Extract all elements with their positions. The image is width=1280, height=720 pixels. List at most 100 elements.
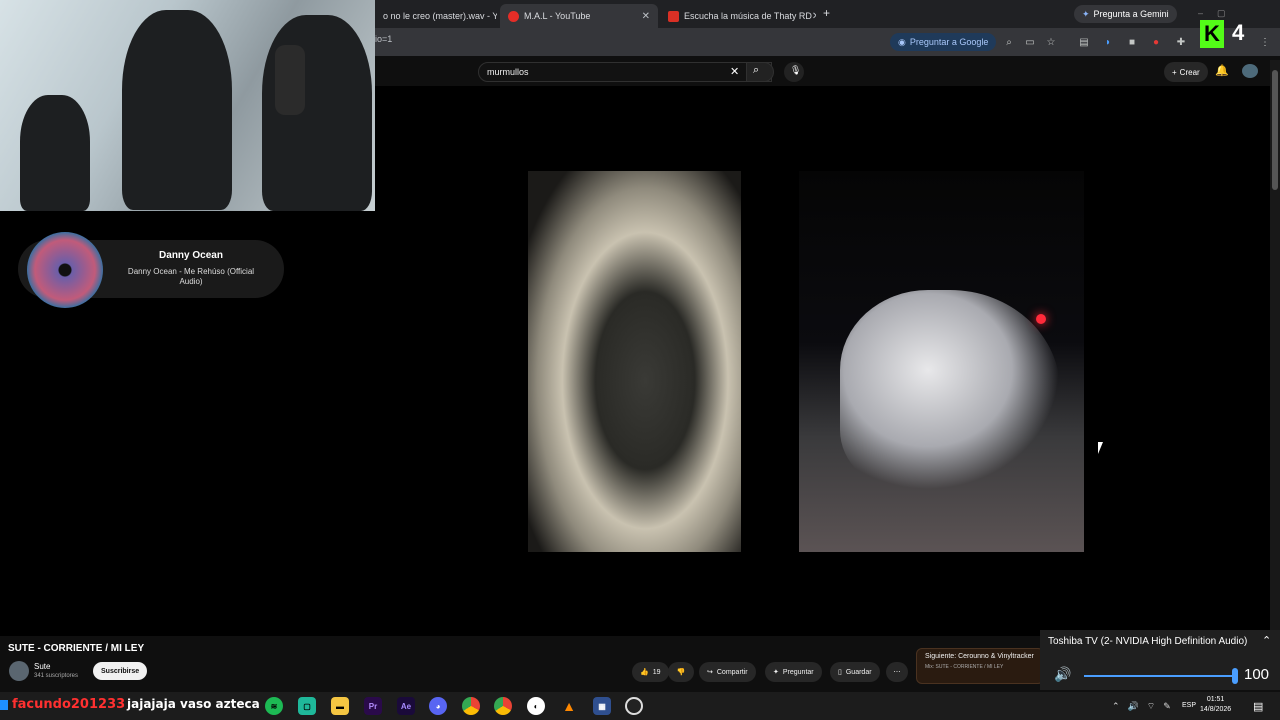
- tab-wav-file[interactable]: o no le creo (master).wav - Y ✕: [375, 4, 497, 28]
- more-icon: ⋯: [893, 669, 901, 676]
- now-playing-artist: Danny Ocean: [159, 250, 223, 261]
- clock-date: 14/8/2026: [1200, 706, 1232, 713]
- bookmark-icon: ▯: [838, 669, 842, 676]
- video-title: SUTE - CORRIENTE / MI LEY: [8, 643, 145, 654]
- search-button[interactable]: [746, 62, 774, 82]
- clear-search-icon[interactable]: ✕: [730, 65, 739, 78]
- extension-icon[interactable]: ■: [1125, 35, 1139, 49]
- extension-icon[interactable]: ▤: [1077, 35, 1091, 49]
- up-next-title: Siguiente: Cerounno & Vinyltracker: [925, 653, 1034, 660]
- volume-slider[interactable]: [1084, 675, 1236, 677]
- like-button[interactable]: 👍 19: [632, 662, 669, 682]
- up-next-subtitle: Mix: SUTE - CORRIENTE / MI LEY: [925, 664, 1004, 670]
- video-frame-left-selfie: [528, 171, 741, 552]
- clock-time: 01:51: [1206, 696, 1225, 703]
- ask-button[interactable]: ✦ Preguntar: [765, 662, 822, 682]
- traffic-light: [1036, 314, 1046, 324]
- album-disc-icon: [27, 232, 103, 308]
- viewer-count: 4: [1232, 20, 1245, 45]
- app-icon[interactable]: ▢: [298, 697, 316, 715]
- search-value: murmullos: [487, 67, 529, 77]
- gemini-label: Pregunta a Gemini: [1093, 9, 1169, 19]
- chat-username: facundo201233: [12, 697, 126, 712]
- avatar[interactable]: [1242, 64, 1258, 78]
- spotify-icon[interactable]: ≋: [265, 697, 283, 715]
- language-indicator[interactable]: ESP: [1182, 702, 1196, 709]
- chevron-up-icon[interactable]: ⌃: [1262, 634, 1271, 647]
- vlc-icon[interactable]: ▲: [560, 697, 578, 715]
- system-tray-icons[interactable]: ⌃🔊⌔✎: [1112, 701, 1179, 712]
- obs-icon[interactable]: [625, 697, 643, 715]
- subscribe-label: Suscribirse: [101, 667, 140, 675]
- volume-slider-thumb[interactable]: [1232, 668, 1238, 684]
- now-playing-title: Danny Ocean - Me Rehúso (Official Audio): [127, 267, 255, 286]
- ask-google-chip[interactable]: ◉ Preguntar a Google: [890, 33, 997, 51]
- capcut-icon[interactable]: ◐: [527, 697, 545, 715]
- mouse-cursor-icon: [1098, 442, 1108, 454]
- channel-subscribers: 341 suscriptores: [34, 673, 79, 679]
- tab-label: Escucha la música de Thaty RD: [684, 11, 812, 21]
- share-label: Compartir: [716, 668, 748, 676]
- create-button[interactable]: + Crear: [1164, 62, 1208, 82]
- bookmark-star-icon[interactable]: ☆: [1044, 35, 1058, 49]
- after-effects-icon[interactable]: Ae: [397, 697, 415, 715]
- volume-level: 100: [1244, 666, 1270, 683]
- dislike-button[interactable]: 👎: [668, 662, 694, 682]
- subscribe-button[interactable]: Suscribirse: [93, 662, 148, 680]
- cast-icon[interactable]: ▭: [1023, 35, 1037, 49]
- new-tab-button[interactable]: +: [823, 6, 830, 20]
- window-controls[interactable]: –▢: [1198, 8, 1240, 19]
- puzzle-icon[interactable]: ✚: [1174, 35, 1188, 49]
- microphone-image: [275, 45, 305, 115]
- save-button[interactable]: ▯ Guardar: [830, 662, 880, 682]
- create-label: Crear: [1179, 67, 1200, 77]
- file-explorer-icon[interactable]: ▬: [331, 697, 349, 715]
- gemini-icon: ✦: [1082, 8, 1090, 19]
- kick-letter: K: [1204, 21, 1220, 46]
- discord-icon[interactable]: ◕: [429, 697, 447, 715]
- menu-kebab-icon[interactable]: ⋮: [1258, 35, 1272, 49]
- webcam-overlay: [0, 0, 375, 211]
- windows-start-icon[interactable]: [0, 700, 8, 710]
- save-label: Guardar: [845, 668, 872, 676]
- webcam-person: [122, 10, 232, 210]
- close-icon[interactable]: ✕: [812, 11, 816, 22]
- search-icon: ⌕: [753, 64, 760, 76]
- audio-device-label[interactable]: Toshiba TV (2- NVIDIA High Definition Au…: [1048, 636, 1247, 647]
- taskbar-clock[interactable]: 01:51 14/8/2026: [1200, 695, 1231, 715]
- ask-label: Preguntar: [782, 668, 814, 676]
- thumbs-up-icon: 👍: [640, 669, 649, 676]
- premiere-icon[interactable]: Pr: [364, 697, 382, 715]
- share-icon: ↪: [707, 669, 713, 676]
- search-input[interactable]: murmullos: [478, 62, 772, 82]
- mic-icon: 🎙: [790, 65, 802, 75]
- chat-message: jajajaja vaso azteca: [127, 697, 260, 711]
- youtube-favicon-icon: [508, 10, 519, 22]
- speaker-icon[interactable]: 🔊: [1054, 666, 1071, 683]
- calculator-icon[interactable]: ▦: [593, 697, 611, 715]
- tab-youtube[interactable]: M.A.L - YouTube ✕: [500, 4, 658, 28]
- like-count: 19: [652, 668, 661, 676]
- close-icon[interactable]: ✕: [642, 11, 650, 22]
- kick-logo-icon: K: [1200, 20, 1224, 48]
- chrome-icon[interactable]: [462, 697, 480, 715]
- lens-icon: ◉: [898, 36, 906, 47]
- notification-center-icon[interactable]: ▤: [1253, 700, 1263, 713]
- up-next-card[interactable]: Siguiente: Cerounno & Vinyltracker Mix: …: [916, 648, 1044, 684]
- channel-name[interactable]: Sute: [34, 662, 50, 671]
- extension-icon[interactable]: ◗: [1101, 35, 1115, 49]
- channel-avatar[interactable]: [9, 661, 29, 681]
- tab-label: M.A.L - YouTube: [524, 11, 591, 21]
- chrome-alt-icon[interactable]: [494, 697, 512, 715]
- tab-music[interactable]: Escucha la música de Thaty RD ✕: [660, 4, 816, 28]
- more-actions-button[interactable]: ⋯: [886, 662, 908, 682]
- gemini-button[interactable]: ✦ Pregunta a Gemini: [1074, 5, 1177, 23]
- scrollbar-thumb[interactable]: [1272, 70, 1278, 190]
- share-button[interactable]: ↪ Compartir: [699, 662, 756, 682]
- zoom-icon[interactable]: ⌕: [1002, 35, 1016, 49]
- extension-icon[interactable]: ●: [1149, 35, 1163, 49]
- plus-icon: +: [1172, 67, 1177, 77]
- thumbs-down-icon: 👎: [676, 669, 686, 676]
- notifications-bell-icon[interactable]: 🔔: [1215, 64, 1229, 77]
- ask-google-label: Preguntar a Google: [909, 37, 989, 47]
